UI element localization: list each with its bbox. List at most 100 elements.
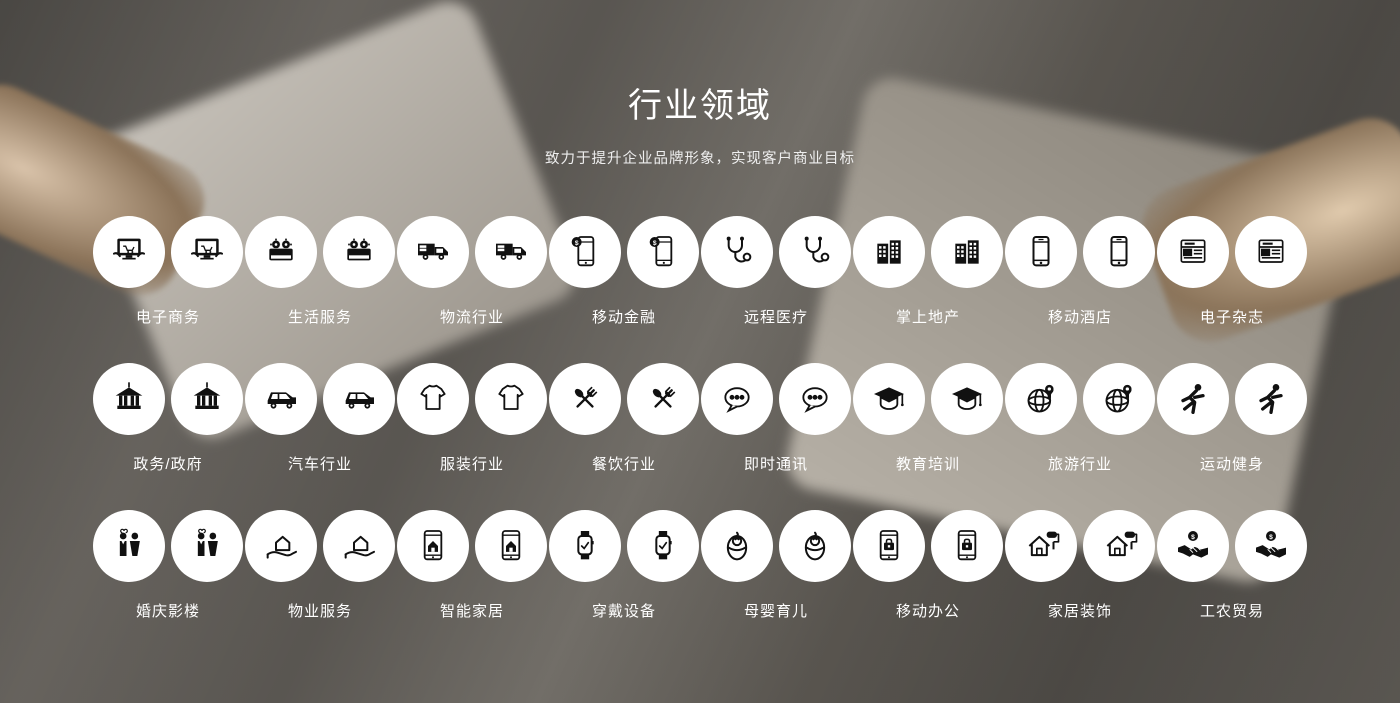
automotive-icon bbox=[245, 363, 317, 435]
telemedicine-icon bbox=[779, 216, 851, 288]
real-estate-icon bbox=[931, 216, 1003, 288]
industry-item-instant-messaging[interactable]: 即时通讯 bbox=[700, 363, 852, 474]
wearable-icon bbox=[549, 510, 621, 582]
industry-item-ecommerce[interactable]: 电子商务 bbox=[92, 216, 244, 327]
apparel-icon bbox=[475, 363, 547, 435]
industry-label: 穿戴设备 bbox=[592, 600, 656, 621]
catering-icon bbox=[549, 363, 621, 435]
instant-messaging-icon bbox=[779, 363, 851, 435]
e-magazine-icon bbox=[1157, 216, 1229, 288]
industry-item-wearable[interactable]: 穿戴设备 bbox=[548, 510, 700, 621]
travel-icon bbox=[1005, 363, 1077, 435]
industry-item-telemedicine[interactable]: 远程医疗 bbox=[700, 216, 852, 327]
industry-label: 母婴育儿 bbox=[744, 600, 808, 621]
industry-item-mobile-office[interactable]: 移动办公 bbox=[852, 510, 1004, 621]
maternal-infant-icon bbox=[701, 510, 773, 582]
icon-pair bbox=[245, 216, 395, 288]
industry-item-life-service[interactable]: 生活服务 bbox=[244, 216, 396, 327]
industry-label: 远程医疗 bbox=[744, 306, 808, 327]
industries-row: 电子商务 生活服务物流行业 移动金融 远程医疗 掌上地产 移动酒店 电子杂志 bbox=[92, 216, 1308, 327]
icon-pair bbox=[397, 510, 547, 582]
travel-icon bbox=[1083, 363, 1155, 435]
industry-label: 移动办公 bbox=[896, 600, 960, 621]
industry-label: 服装行业 bbox=[440, 453, 504, 474]
mobile-hotel-icon bbox=[1083, 216, 1155, 288]
industry-item-logistics[interactable]: 物流行业 bbox=[396, 216, 548, 327]
icon-pair bbox=[93, 510, 243, 582]
mobile-office-icon bbox=[931, 510, 1003, 582]
government-icon bbox=[93, 363, 165, 435]
apparel-icon bbox=[397, 363, 469, 435]
industry-item-mobile-hotel[interactable]: 移动酒店 bbox=[1004, 216, 1156, 327]
icon-pair bbox=[853, 216, 1003, 288]
icon-pair bbox=[549, 216, 699, 288]
e-magazine-icon bbox=[1235, 216, 1307, 288]
section-title: 行业领域 bbox=[0, 78, 1400, 127]
life-service-icon bbox=[245, 216, 317, 288]
life-service-icon bbox=[323, 216, 395, 288]
industry-item-education[interactable]: 教育培训 bbox=[852, 363, 1004, 474]
logistics-icon bbox=[397, 216, 469, 288]
industry-label: 掌上地产 bbox=[896, 306, 960, 327]
ecommerce-icon bbox=[171, 216, 243, 288]
wedding-icon bbox=[171, 510, 243, 582]
fitness-icon bbox=[1235, 363, 1307, 435]
industry-label: 餐饮行业 bbox=[592, 453, 656, 474]
industry-label: 家居装饰 bbox=[1048, 600, 1112, 621]
industry-item-trade[interactable]: 工农贸易 bbox=[1156, 510, 1308, 621]
mobile-finance-icon bbox=[549, 216, 621, 288]
wearable-icon bbox=[627, 510, 699, 582]
catering-icon bbox=[627, 363, 699, 435]
smart-home-icon bbox=[397, 510, 469, 582]
industry-label: 物流行业 bbox=[440, 306, 504, 327]
industry-label: 电子杂志 bbox=[1200, 306, 1264, 327]
industry-item-automotive[interactable]: 汽车行业 bbox=[244, 363, 396, 474]
industry-item-fitness[interactable]: 运动健身 bbox=[1156, 363, 1308, 474]
industry-item-mobile-finance[interactable]: 移动金融 bbox=[548, 216, 700, 327]
industry-item-smart-home[interactable]: 智能家居 bbox=[396, 510, 548, 621]
icon-pair bbox=[1005, 510, 1155, 582]
industry-label: 移动酒店 bbox=[1048, 306, 1112, 327]
industry-label: 教育培训 bbox=[896, 453, 960, 474]
fitness-icon bbox=[1157, 363, 1229, 435]
automotive-icon bbox=[323, 363, 395, 435]
mobile-office-icon bbox=[853, 510, 925, 582]
icon-pair bbox=[701, 510, 851, 582]
ecommerce-icon bbox=[93, 216, 165, 288]
wedding-icon bbox=[93, 510, 165, 582]
industries-row: 婚庆影楼物业服务智能家居穿戴设备 母婴育儿 移动办公 家居装饰 工农贸易 bbox=[92, 510, 1308, 621]
instant-messaging-icon bbox=[701, 363, 773, 435]
icon-pair bbox=[397, 363, 547, 435]
trade-icon bbox=[1235, 510, 1307, 582]
industry-item-government[interactable]: 政务/政府 bbox=[92, 363, 244, 474]
industry-item-apparel[interactable]: 服装行业 bbox=[396, 363, 548, 474]
industry-item-catering[interactable]: 餐饮行业 bbox=[548, 363, 700, 474]
icon-pair bbox=[1005, 216, 1155, 288]
icon-pair bbox=[1157, 216, 1307, 288]
industry-item-wedding[interactable]: 婚庆影楼 bbox=[92, 510, 244, 621]
maternal-infant-icon bbox=[779, 510, 851, 582]
government-icon bbox=[171, 363, 243, 435]
industries-section: 行业领域 致力于提升企业品牌形象，实现客户商业目标 电子商务生活服务物流行业移动… bbox=[0, 0, 1400, 621]
icon-pair bbox=[853, 510, 1003, 582]
icon-pair bbox=[245, 510, 395, 582]
icon-pair bbox=[1005, 363, 1155, 435]
real-estate-icon bbox=[853, 216, 925, 288]
industry-item-property-service[interactable]: 物业服务 bbox=[244, 510, 396, 621]
industry-item-e-magazine[interactable]: 电子杂志 bbox=[1156, 216, 1308, 327]
industry-item-maternal-infant[interactable]: 母婴育儿 bbox=[700, 510, 852, 621]
industry-label: 电子商务 bbox=[136, 306, 200, 327]
industry-label: 运动健身 bbox=[1200, 453, 1264, 474]
trade-icon bbox=[1157, 510, 1229, 582]
icon-pair bbox=[1157, 510, 1307, 582]
home-decor-icon bbox=[1083, 510, 1155, 582]
icon-pair bbox=[701, 363, 851, 435]
industry-label: 旅游行业 bbox=[1048, 453, 1112, 474]
logistics-icon bbox=[475, 216, 547, 288]
section-subtitle: 致力于提升企业品牌形象，实现客户商业目标 bbox=[0, 147, 1400, 168]
industry-label: 移动金融 bbox=[592, 306, 656, 327]
industry-item-real-estate[interactable]: 掌上地产 bbox=[852, 216, 1004, 327]
industry-item-home-decor[interactable]: 家居装饰 bbox=[1004, 510, 1156, 621]
industry-item-travel[interactable]: 旅游行业 bbox=[1004, 363, 1156, 474]
icon-pair bbox=[549, 510, 699, 582]
